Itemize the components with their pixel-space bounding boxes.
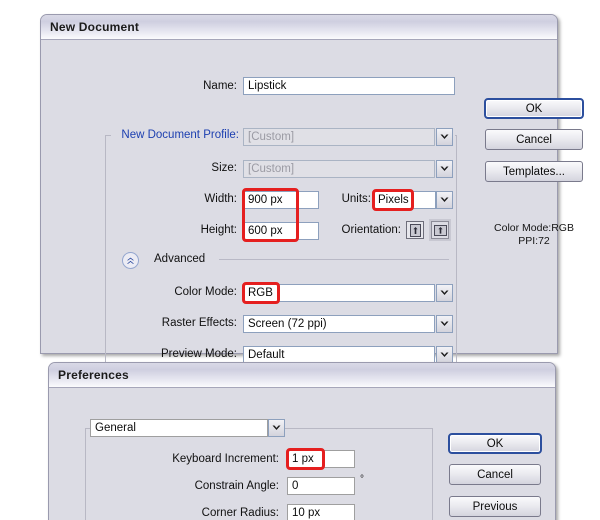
preview-mode-label: Preview Mode:	[160, 348, 237, 360]
chevron-down-icon	[272, 425, 281, 430]
units-dropdown-button[interactable]	[436, 191, 453, 209]
height-input[interactable]: 600 px	[243, 222, 319, 240]
new-document-profile-select[interactable]: [Custom]	[243, 128, 435, 146]
orientation-label: Orientation:	[341, 224, 401, 236]
preferences-ok-button[interactable]: OK	[448, 433, 542, 454]
advanced-disclosure-toggle[interactable]	[122, 252, 139, 269]
double-chevron-up-icon	[127, 257, 134, 264]
constrain-angle-unit: °	[360, 474, 364, 485]
preferences-dialog: Preferences General Keyboard Increment: …	[48, 362, 556, 520]
new-document-cancel-button[interactable]: Cancel	[485, 129, 583, 150]
constrain-angle-input[interactable]: 0	[287, 477, 355, 495]
ppi-note: PPI:72	[518, 235, 550, 247]
chevron-down-icon	[440, 166, 449, 171]
raster-effects-label: Raster Effects:	[161, 317, 237, 329]
width-label: Width:	[204, 193, 237, 205]
corner-radius-input[interactable]: 10 px	[287, 504, 355, 520]
keyboard-increment-label: Keyboard Increment:	[172, 453, 279, 465]
preferences-category-select[interactable]: General	[90, 419, 268, 437]
corner-radius-label: Corner Radius:	[201, 507, 279, 519]
units-select[interactable]: Pixels	[373, 191, 436, 209]
advanced-label: Advanced	[154, 253, 206, 265]
preferences-title: Preferences	[58, 368, 129, 382]
height-label: Height:	[200, 224, 237, 236]
new-document-profile-dropdown-button[interactable]	[436, 128, 453, 146]
new-document-dialog: New Document Name: Lipstick New Document…	[40, 14, 584, 367]
preferences-cancel-button[interactable]: Cancel	[449, 464, 541, 485]
chevron-down-icon	[440, 321, 449, 326]
preferences-category-dropdown-button[interactable]	[268, 419, 285, 437]
size-label: Size:	[211, 162, 237, 174]
preferences-previous-button[interactable]: Previous	[449, 496, 541, 517]
units-label: Units:	[341, 193, 371, 205]
chevron-down-icon	[440, 197, 449, 202]
landscape-icon	[433, 224, 447, 236]
advanced-divider	[219, 259, 449, 260]
size-select[interactable]: [Custom]	[243, 160, 435, 178]
chevron-down-icon	[440, 352, 449, 357]
color-mode-label: Color Mode:	[174, 286, 237, 298]
orientation-portrait-button[interactable]	[406, 221, 424, 239]
chevron-down-icon	[440, 290, 449, 295]
raster-effects-select[interactable]: Screen (72 ppi)	[243, 315, 435, 333]
color-mode-dropdown-button[interactable]	[436, 284, 453, 302]
raster-effects-dropdown-button[interactable]	[436, 315, 453, 333]
keyboard-increment-input[interactable]: 1 px	[287, 450, 355, 468]
screenshot-stage: New Document Name: Lipstick New Document…	[0, 0, 600, 520]
new-document-title: New Document	[50, 20, 140, 34]
orientation-landscape-button[interactable]	[431, 221, 449, 239]
color-mode-select[interactable]: RGB	[243, 284, 435, 302]
portrait-icon	[409, 223, 421, 237]
new-document-titlebar: New Document	[41, 15, 557, 40]
profile-group-top-right	[455, 135, 457, 136]
preferences-titlebar: Preferences	[49, 363, 555, 388]
new-document-ok-button[interactable]: OK	[484, 98, 584, 119]
width-input[interactable]: 900 px	[243, 191, 319, 209]
new-document-profile-label: New Document Profile:	[111, 129, 241, 141]
preferences-group-top-right	[276, 428, 433, 429]
chevron-down-icon	[440, 134, 449, 139]
constrain-angle-label: Constrain Angle:	[194, 480, 279, 492]
new-document-templates-button[interactable]: Templates...	[485, 161, 583, 182]
name-label: Name:	[203, 80, 237, 92]
size-dropdown-button[interactable]	[436, 160, 453, 178]
name-input[interactable]: Lipstick	[243, 77, 455, 95]
